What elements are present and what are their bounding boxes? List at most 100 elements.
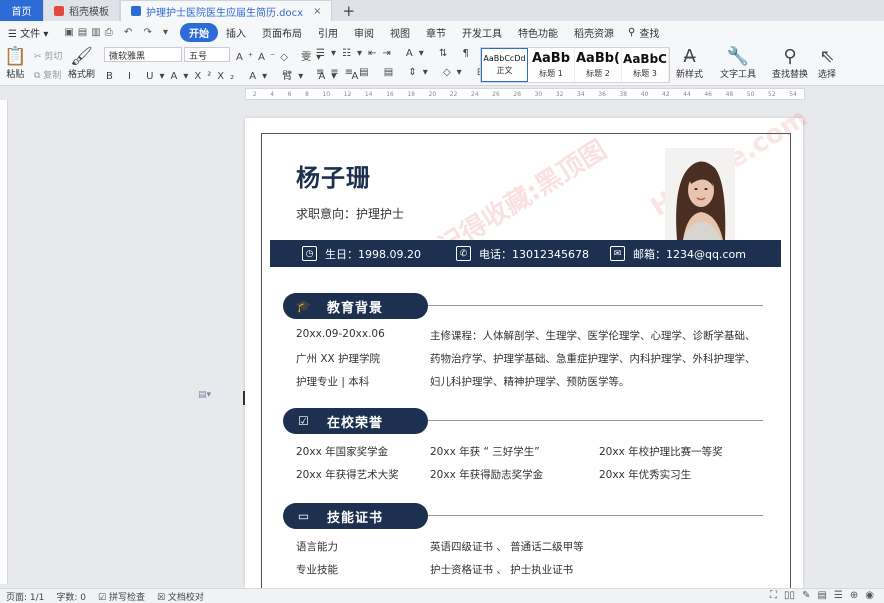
menu-developer[interactable]: 开发工具 bbox=[454, 25, 510, 40]
select-button[interactable]: ⇖ 选择 bbox=[818, 46, 836, 81]
file-menu[interactable]: ☰ 文件 ▾ bbox=[0, 25, 56, 40]
font-name-select[interactable]: 微软雅黑 bbox=[104, 47, 182, 62]
horizontal-ruler[interactable]: 2 4 6 8 10 12 14 16 18 20 22 24 26 28 30 32 34 36 38 40 42 44… bbox=[245, 88, 805, 100]
section-divider bbox=[428, 515, 763, 516]
proofread-button[interactable]: ☒ 文档校对 bbox=[151, 590, 210, 603]
ruler-tick: 42 bbox=[661, 90, 670, 98]
page-view-icon[interactable]: ▤ bbox=[817, 590, 826, 601]
word-count[interactable]: 字数: 0 bbox=[50, 590, 92, 603]
profile-photo bbox=[665, 148, 735, 240]
write-mode-icon[interactable]: ✎ bbox=[802, 590, 810, 601]
ruler-tick: 38 bbox=[619, 90, 628, 98]
graduation-cap-icon: 🎓 bbox=[296, 299, 312, 313]
font-size-tools[interactable]: A⁺A⁻◇ 雯▾ bbox=[236, 48, 326, 63]
page-count: 页面: 1/1 bbox=[6, 592, 45, 603]
menu-bar: ☰ 文件 ▾ ▣▤▥⎙ ↶ ↷ ▾ 开始 插入 页面布局 引用 审阅 视图 章节… bbox=[0, 21, 884, 43]
tab-document[interactable]: 护理护士医院医生应届生简历.docx × bbox=[120, 0, 333, 21]
ruler-tick: 22 bbox=[449, 90, 458, 98]
word-doc-icon bbox=[131, 6, 141, 16]
tab-templates[interactable]: 稻壳模板 bbox=[44, 0, 120, 21]
honor-item: 20xx 年获得励志奖学金 bbox=[430, 469, 544, 481]
font-size-select[interactable]: 五号 bbox=[184, 47, 230, 62]
edu-school: 广州 XX 护理学院 bbox=[296, 353, 381, 365]
ruler-tick: 32 bbox=[555, 90, 564, 98]
menu-layout[interactable]: 页面布局 bbox=[254, 25, 310, 40]
hamburger-icon: ☰ bbox=[8, 28, 21, 40]
daoke-logo-icon bbox=[54, 5, 64, 16]
outline-view-icon[interactable]: ☰ bbox=[834, 590, 843, 601]
menu-insert[interactable]: 插入 bbox=[218, 25, 254, 40]
honor-item: 20xx 年获得艺术大奖 bbox=[296, 469, 399, 481]
skill-label-language: 语言能力 bbox=[296, 541, 338, 553]
ruler-tick: 2 bbox=[252, 90, 257, 98]
honor-item: 20xx 年国家奖学金 bbox=[296, 446, 389, 458]
menu-review[interactable]: 审阅 bbox=[346, 25, 382, 40]
ruler-tick: 16 bbox=[386, 90, 394, 98]
spell-check-button[interactable]: ☑ 拼写检查 bbox=[92, 590, 151, 603]
format-painter-button[interactable]: 🖌 格式刷 bbox=[68, 47, 95, 81]
status-bar: 页面: 1/1 字数: 0 ☑ 拼写检查 ☒ 文档校对 ⛶ ▯▯ ✎ ▤ ☰ ⊕… bbox=[0, 588, 884, 603]
search-command[interactable]: ⚲ 查找 bbox=[622, 25, 665, 40]
tab-home[interactable]: 首页 bbox=[0, 0, 44, 21]
ruler-tick: 44 bbox=[683, 90, 691, 98]
ruler-tick: 6 bbox=[287, 90, 292, 98]
new-style-icon: A̶ bbox=[683, 46, 696, 67]
read-mode-icon[interactable]: ▯▯ bbox=[784, 590, 795, 601]
paragraph-tools-top[interactable]: ☰▾☷▾⇤⇥ A▾ ⇅ ¶ ▾ bbox=[316, 48, 495, 59]
ruler-tick: 14 bbox=[364, 90, 373, 98]
certificate-icon: ☑ bbox=[298, 414, 310, 428]
new-style-button[interactable]: A̶ 新样式 bbox=[676, 46, 703, 81]
style-normal[interactable]: AaBbCcDd 正文 bbox=[481, 48, 528, 82]
email-item: ✉ 邮箱：1234@qq.com bbox=[610, 240, 746, 267]
ruler-tick: 20 bbox=[428, 90, 437, 98]
paragraph-mark-icon[interactable]: ▤▾ bbox=[198, 390, 211, 400]
ruler-tick: 52 bbox=[768, 90, 776, 98]
ribbon: 📋 粘贴 ✂ 剪切 ⧉ 复制 🖌 格式刷 微软雅黑 五号 A⁺A⁻◇ 雯▾ B … bbox=[0, 43, 884, 86]
ruler-tick: 46 bbox=[704, 90, 712, 98]
menu-chapter[interactable]: 章节 bbox=[418, 25, 454, 40]
tab-bar: 首页 稻壳模板 护理护士医院医生应届生简历.docx × + bbox=[0, 0, 884, 21]
tab-document-label: 护理护士医院医生应届生简历.docx bbox=[146, 7, 304, 19]
ruler-tick: 24 bbox=[470, 90, 479, 98]
cursor-arrow-icon: ⇖ bbox=[819, 46, 835, 67]
view-mode-icons: ⛶ ▯▯ ✎ ▤ ☰ ⊕ ◉ bbox=[770, 590, 874, 601]
ruler-tick: 40 bbox=[640, 90, 649, 98]
document-page[interactable]: 记得收藏:黑顶图 Hybase.com 杨子珊 求职意向：护理护士 ◷ 生日：1… bbox=[245, 103, 813, 593]
vertical-ruler[interactable] bbox=[0, 100, 8, 584]
web-view-icon[interactable]: ⊕ bbox=[850, 590, 858, 601]
paste-icon: 📋 bbox=[4, 46, 27, 67]
edu-courses-line3: 妇儿科护理学、精神护理学、预防医学等。 bbox=[430, 376, 630, 388]
copy-button[interactable]: ⧉ 复制 bbox=[34, 68, 61, 81]
menu-references[interactable]: 引用 bbox=[310, 25, 346, 40]
section-honors: ☑ 在校荣誉 bbox=[283, 408, 763, 434]
close-tab-icon[interactable]: × bbox=[313, 6, 321, 17]
style-gallery: AaBbCcDd 正文 AaBb 标题 1 AaBb(标题 2 AaBbC 标题 3 bbox=[480, 47, 670, 83]
menu-view[interactable]: 视图 bbox=[382, 25, 418, 40]
paste-button[interactable]: 📋 粘贴 bbox=[4, 46, 27, 81]
paragraph-align-tools[interactable]: ≡≡≡▤ ▤ ⇕▾ ◇▾ ⊞▾ bbox=[316, 67, 502, 78]
new-tab-button[interactable]: + bbox=[332, 0, 365, 21]
fullscreen-icon[interactable]: ⛶ bbox=[770, 590, 777, 601]
menu-daoke[interactable]: 稻壳资源 bbox=[566, 25, 622, 40]
style-heading-3[interactable]: AaBbC 标题 3 bbox=[622, 48, 669, 82]
menu-home[interactable]: 开始 bbox=[180, 22, 219, 42]
proofread-icon: ☒ bbox=[156, 592, 168, 603]
find-replace-button[interactable]: ⚲ 查找替换 bbox=[772, 46, 808, 81]
text-tools-button[interactable]: 🔧 文字工具 bbox=[720, 46, 756, 81]
ruler-tick: 36 bbox=[598, 90, 606, 98]
section-divider bbox=[428, 305, 763, 306]
cut-button[interactable]: ✂ 剪切 bbox=[34, 49, 62, 62]
phone-item: ✆ 电话：13012345678 bbox=[456, 240, 589, 267]
spellcheck-icon: ☑ bbox=[98, 592, 109, 603]
ruler-tick: 30 bbox=[534, 90, 543, 98]
menu-features[interactable]: 特色功能 bbox=[510, 25, 566, 40]
magnifier-icon: ⚲ bbox=[783, 46, 797, 67]
section-divider bbox=[428, 420, 763, 421]
wrench-icon: 🔧 bbox=[726, 46, 750, 67]
envelope-icon: ✉ bbox=[610, 246, 625, 261]
quick-toolbar: ▣▤▥⎙ ↶ ↷ ▾ bbox=[64, 26, 173, 38]
style-heading-2[interactable]: AaBb(标题 2 bbox=[575, 48, 622, 82]
eye-protection-icon[interactable]: ◉ bbox=[865, 590, 874, 601]
style-heading-1[interactable]: AaBb 标题 1 bbox=[528, 48, 575, 82]
ruler-tick: 26 bbox=[492, 90, 500, 98]
